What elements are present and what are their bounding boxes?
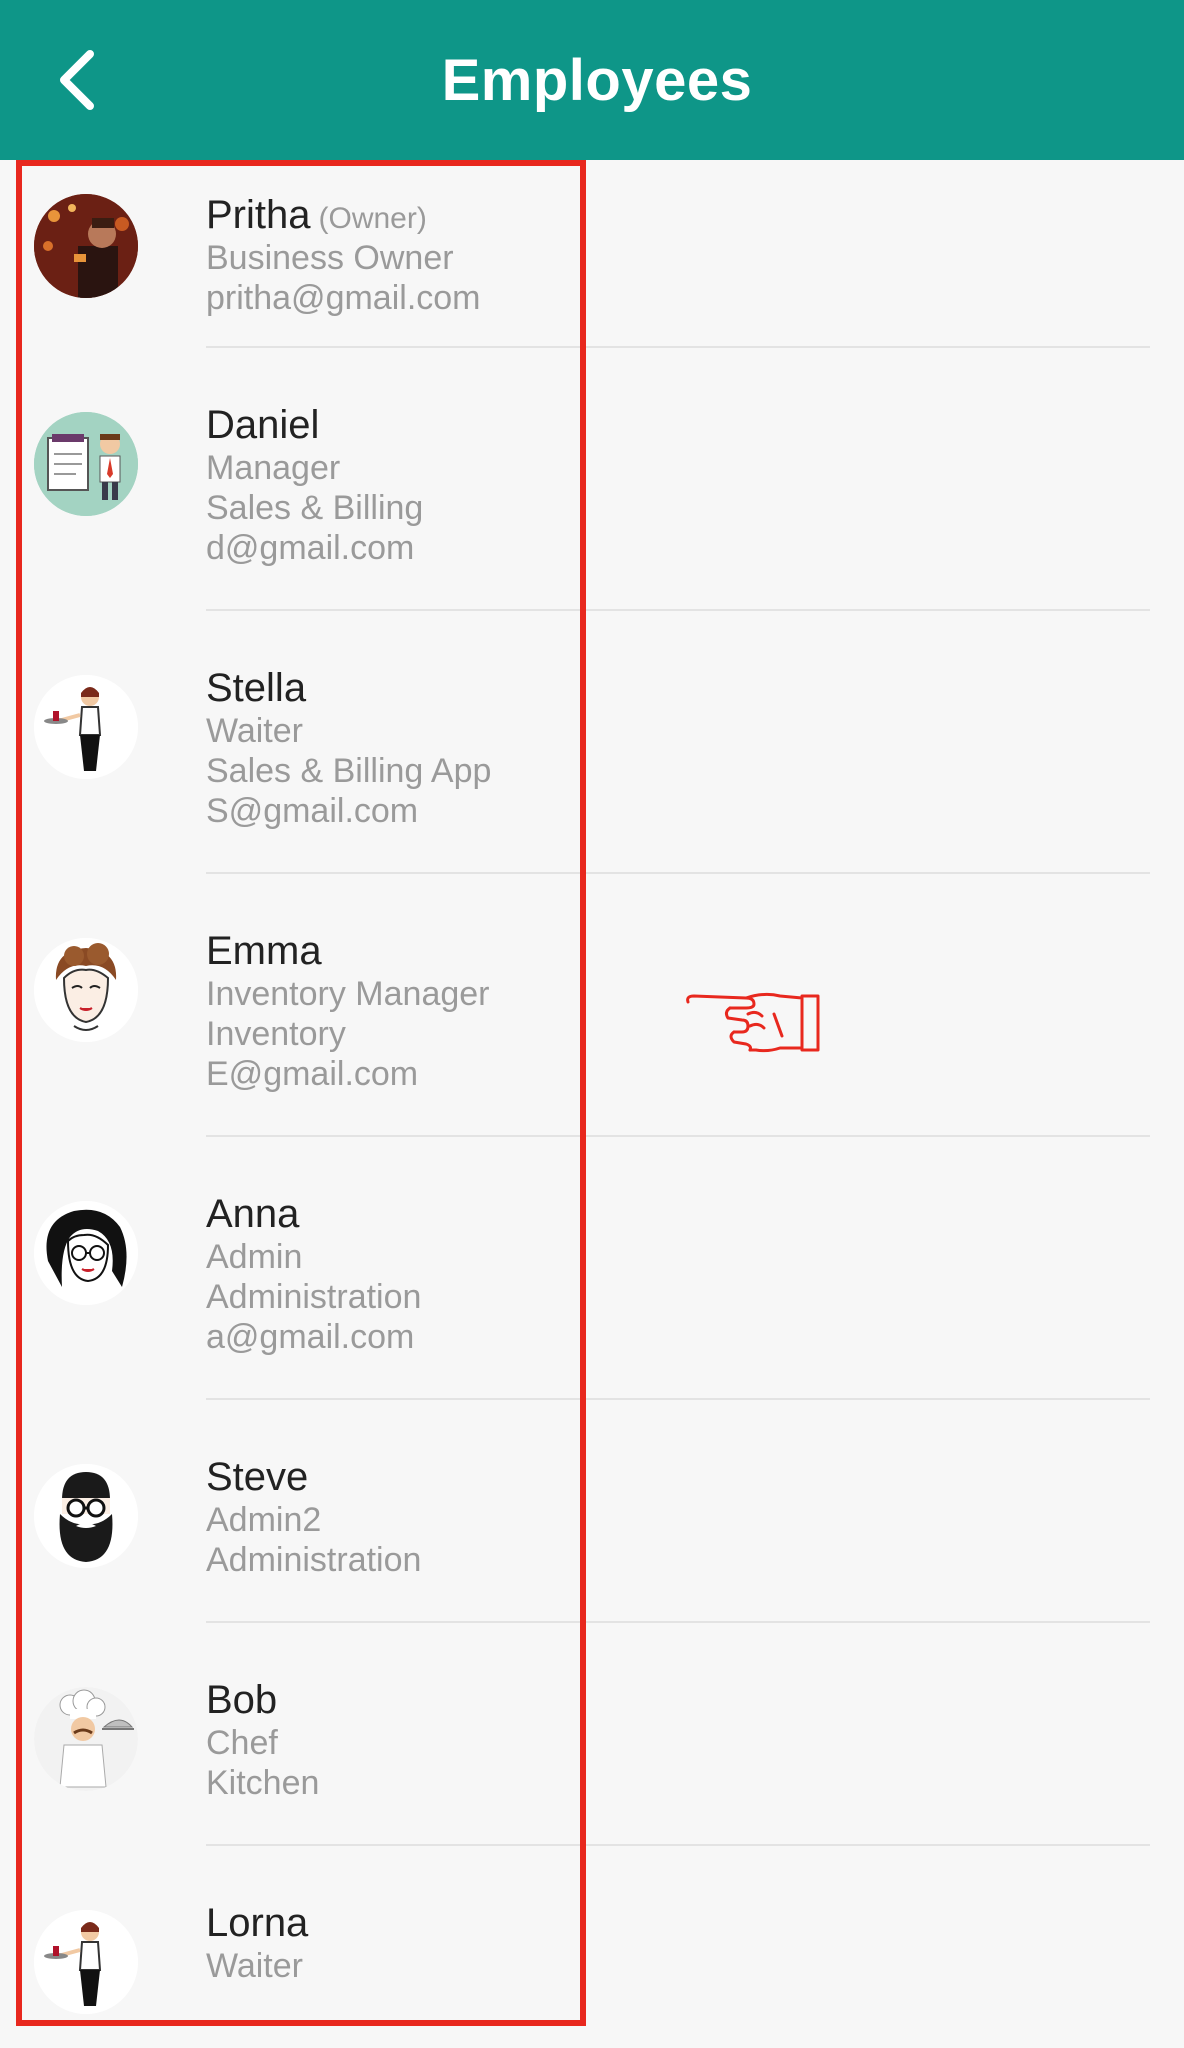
photo-avatar-icon [34,194,138,298]
employee-info: Lorna Waiter [206,1900,308,1986]
avatar [34,938,138,1042]
employee-department: Sales & Billing App [206,752,492,790]
employee-role: Business Owner [206,239,454,277]
page-title: Employees [441,47,753,113]
employee-department: Administration [206,1278,422,1316]
employee-info: Pritha (Owner) Business Owner pritha@gmai… [206,192,481,318]
waiter-illustration-icon [34,1910,138,2014]
avatar [34,194,138,298]
header-bar: Employees [0,0,1184,160]
employee-info: Anna Admin Administration a@gmail.com [206,1191,421,1357]
employee-list: Pritha (Owner) Business Owner pritha@gmai… [0,160,1184,2046]
woman-glasses-sketch-icon [34,1201,138,1305]
employee-row-stella[interactable]: Stella Waiter Sales & Billing App S@gmai… [0,611,1184,874]
employee-department: Kitchen [206,1764,320,1802]
employees-screen: Employees Pritha (Owner) Business Owner … [0,0,1184,2048]
employee-email: d@gmail.com [206,529,415,567]
owner-badge: (Owner) [318,202,427,235]
employee-info: Stella Waiter Sales & Billing App S@gmai… [206,665,491,831]
employee-role: Waiter [206,1947,303,1985]
employee-department: Administration [206,1541,422,1579]
employee-name: Steve [206,1455,309,1499]
employee-role: Admin [206,1238,303,1276]
employee-row-pritha[interactable]: Pritha (Owner) Business Owner pritha@gmai… [0,160,1184,348]
avatar [34,1687,138,1791]
employee-email: E@gmail.com [206,1055,419,1093]
employee-info: Steve Admin2 Administration [206,1454,421,1580]
employee-role: Manager [206,449,341,487]
employee-row-lorna[interactable]: Lorna Waiter [0,1846,1184,2046]
employee-info: Emma Inventory Manager Inventory E@gmail… [206,928,490,1094]
employee-name: Daniel [206,403,320,447]
employee-info: Daniel Manager Sales & Billing d@gmail.c… [206,402,423,568]
avatar [34,1201,138,1305]
employee-name: Lorna [206,1901,309,1945]
employee-department: Sales & Billing [206,489,424,527]
woman-sketch-icon [34,938,138,1042]
employee-email: pritha@gmail.com [206,279,481,317]
employee-row-steve[interactable]: Steve Admin2 Administration [0,1400,1184,1623]
avatar [34,1464,138,1568]
employee-role: Inventory Manager [206,975,490,1013]
employee-email: S@gmail.com [206,792,419,830]
avatar [34,412,138,516]
employee-name: Pritha (Owner) [206,192,481,238]
chevron-left-icon [60,50,94,110]
employee-email: a@gmail.com [206,1318,415,1356]
avatar [34,1910,138,2014]
employee-row-bob[interactable]: Bob Chef Kitchen [0,1623,1184,1846]
employee-row-anna[interactable]: Anna Admin Administration a@gmail.com [0,1137,1184,1400]
pointing-hand-icon [686,992,820,1053]
back-button[interactable] [36,40,116,120]
employee-name: Anna [206,1192,300,1236]
waiter-illustration-icon [34,675,138,779]
employee-name: Bob [206,1678,278,1722]
bearded-man-glasses-icon [34,1464,138,1568]
employee-department: Inventory [206,1015,346,1053]
employee-name: Stella [206,666,307,710]
employee-name-text: Pritha [206,193,311,237]
employee-role: Waiter [206,712,303,750]
chef-illustration-icon [34,1687,138,1791]
employee-name: Emma [206,929,322,973]
avatar [34,675,138,779]
manager-illustration-icon [34,412,138,516]
employee-role: Admin2 [206,1501,322,1539]
employee-row-daniel[interactable]: Daniel Manager Sales & Billing d@gmail.c… [0,348,1184,611]
employee-info: Bob Chef Kitchen [206,1677,319,1803]
employee-role: Chef [206,1724,278,1762]
employee-row-emma[interactable]: Emma Inventory Manager Inventory E@gmail… [0,874,1184,1137]
